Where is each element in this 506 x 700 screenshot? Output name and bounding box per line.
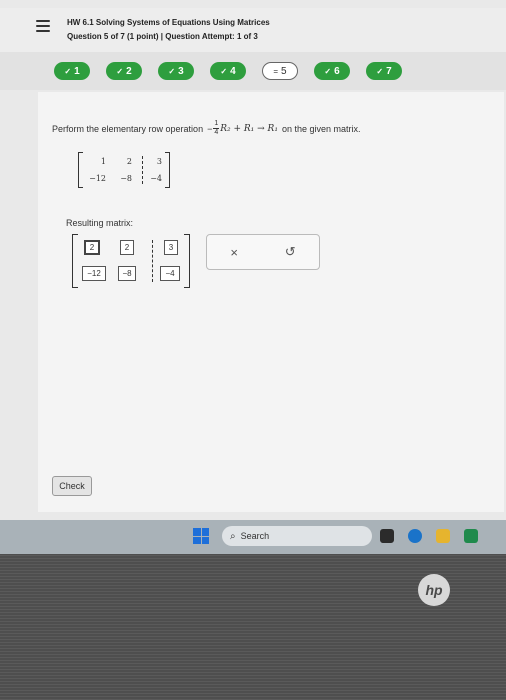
question-info: Question 5 of 7 (1 point) | Question Att…: [67, 32, 258, 41]
check-icon: ✓: [168, 66, 176, 76]
row-operation: R₂ + R₁ → R₁: [220, 123, 278, 134]
result-label: Resulting matrix:: [66, 218, 134, 228]
question-panel: Perform the elementary row operation − 1…: [38, 92, 504, 512]
matrix-cell: 2: [126, 157, 132, 166]
minus-sign: −: [207, 123, 213, 134]
matrix-left-bracket: [72, 234, 78, 288]
question-number: 2: [126, 65, 132, 77]
question-nav: ✓ 1 ✓ 2 ✓ 3 ✓ 4 = 5 ✓ 6 ✓ 7: [0, 52, 506, 90]
search-icon: ⌕: [230, 530, 236, 542]
taskbar-search[interactable]: ⌕ Search: [222, 526, 372, 546]
result-input-r1c2[interactable]: 2: [120, 240, 134, 255]
question-pill-3[interactable]: ✓ 3: [158, 62, 194, 80]
question-number: 1: [74, 65, 80, 77]
store-icon[interactable]: [464, 529, 478, 543]
matrix-right-bracket: [165, 152, 170, 188]
matrix-left-bracket: [78, 152, 83, 188]
question-pill-1[interactable]: ✓ 1: [54, 62, 90, 80]
check-icon: ✓: [220, 66, 228, 76]
edge-browser-icon[interactable]: [408, 529, 422, 543]
fraction-numerator: 1: [213, 120, 220, 129]
equals-icon: =: [273, 66, 279, 76]
hamburger-menu-icon[interactable]: [36, 20, 50, 32]
taskbar-app-icon[interactable]: [380, 529, 394, 543]
check-icon: ✓: [324, 66, 332, 76]
matrix-cell: 1: [100, 157, 106, 166]
search-placeholder: Search: [240, 531, 270, 541]
matrix-cell: −4: [150, 174, 162, 183]
check-icon: ✓: [64, 66, 72, 76]
fraction: 1 4: [213, 120, 220, 137]
question-pill-5[interactable]: = 5: [262, 62, 298, 80]
original-matrix: 1 2 3 −12 −8 −4: [78, 152, 170, 188]
check-icon: ✓: [376, 66, 384, 76]
result-input-r1c3[interactable]: 3: [164, 240, 178, 255]
question-number: 5: [281, 65, 287, 77]
browser-screen: HW 6.1 Solving Systems of Equations Usin…: [0, 0, 506, 520]
answer-tools: × ↺: [206, 234, 320, 270]
instruction-prefix: Perform the elementary row operation: [52, 123, 204, 134]
assignment-title: HW 6.1 Solving Systems of Equations Usin…: [67, 18, 270, 27]
matrix-cell: −8: [120, 174, 132, 183]
file-explorer-icon[interactable]: [436, 529, 450, 543]
augment-divider: [152, 240, 153, 282]
question-number: 6: [334, 65, 340, 77]
windows-start-icon[interactable]: [193, 528, 209, 544]
question-pill-4[interactable]: ✓ 4: [210, 62, 246, 80]
result-input-r2c2[interactable]: −8: [118, 266, 136, 281]
question-number: 4: [230, 65, 236, 77]
hp-logo: hp: [418, 574, 450, 606]
result-input-r2c3[interactable]: −4: [160, 266, 180, 281]
check-button[interactable]: Check: [52, 476, 92, 496]
matrix-cell: 3: [156, 157, 162, 166]
question-pill-6[interactable]: ✓ 6: [314, 62, 350, 80]
clear-icon[interactable]: ×: [230, 245, 238, 260]
check-icon: ✓: [116, 66, 124, 76]
instruction-suffix: on the given matrix.: [281, 123, 361, 134]
undo-icon[interactable]: ↺: [285, 244, 296, 260]
assignment-header: HW 6.1 Solving Systems of Equations Usin…: [0, 8, 506, 52]
question-pill-2[interactable]: ✓ 2: [106, 62, 142, 80]
question-number: 3: [178, 65, 184, 77]
fraction-denominator: 4: [214, 129, 219, 136]
question-number: 7: [386, 65, 392, 77]
taskbar: ⌕ Search: [0, 520, 506, 554]
laptop-bezel: hp: [0, 554, 506, 700]
matrix-right-bracket: [184, 234, 190, 288]
matrix-cell: −12: [89, 174, 106, 183]
instruction-text: Perform the elementary row operation − 1…: [52, 120, 360, 137]
question-pill-7[interactable]: ✓ 7: [366, 62, 402, 80]
result-input-r1c1[interactable]: 2: [84, 240, 100, 255]
augment-divider: [142, 156, 143, 184]
result-matrix: 2 2 3 −12 −8 −4: [72, 234, 190, 288]
result-input-r2c1[interactable]: −12: [82, 266, 106, 281]
